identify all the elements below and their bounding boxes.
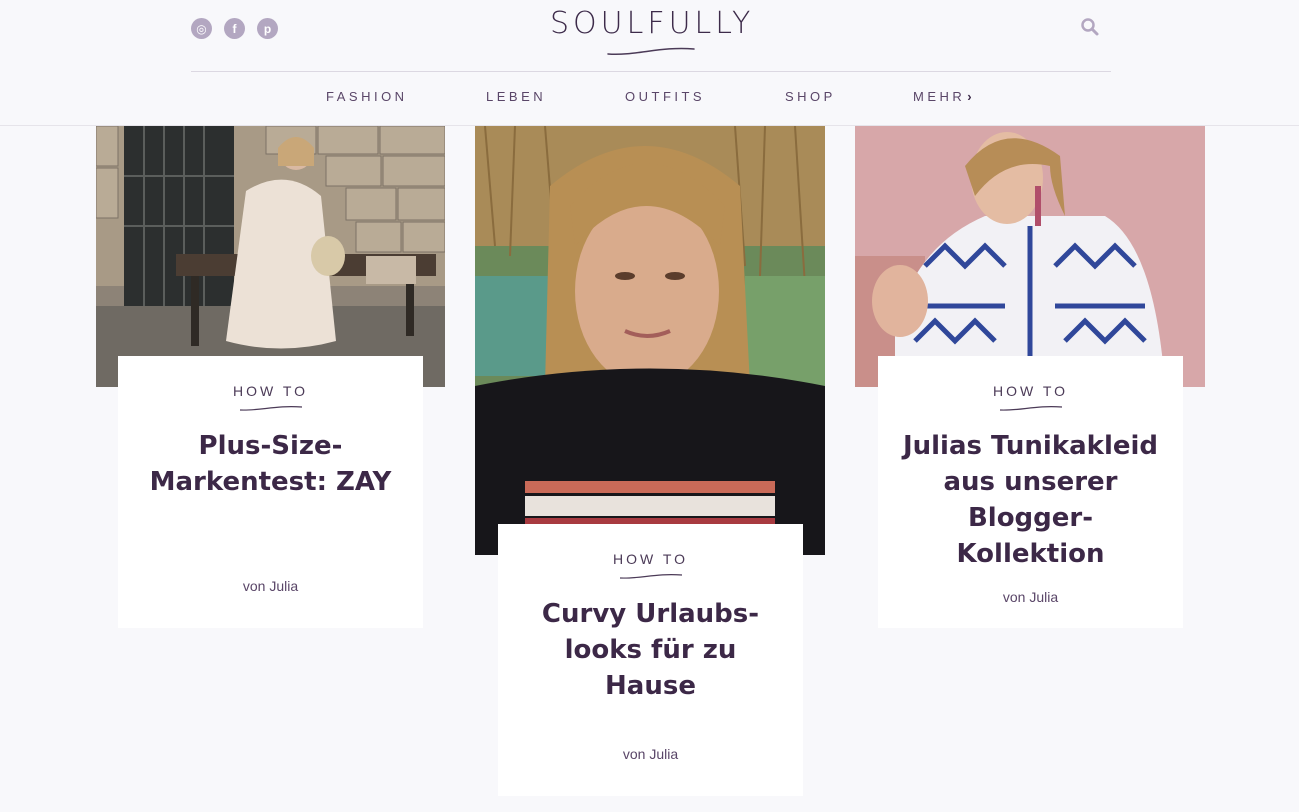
social-links: ◎ f p bbox=[191, 18, 278, 39]
nav-item-mehr[interactable]: MEHR › bbox=[913, 89, 972, 104]
nav-item-leben[interactable]: LEBEN bbox=[486, 89, 546, 104]
search-icon[interactable] bbox=[1080, 17, 1100, 37]
post-title-line: Curvy Urlaubs- bbox=[541, 599, 760, 629]
post-author[interactable]: von Julia bbox=[878, 589, 1183, 605]
post-image-2[interactable] bbox=[475, 126, 825, 555]
category-swoosh bbox=[999, 405, 1062, 411]
main-nav: FASHION LEBEN OUTFITS SHOP MEHR › bbox=[0, 89, 1299, 109]
post-title-line: Plus-Size- bbox=[198, 431, 343, 461]
post-card-1[interactable]: HOW TO Plus-Size- Markentest: ZAY von Ju… bbox=[118, 356, 423, 628]
post-title-line: Blogger- bbox=[967, 503, 1094, 533]
post-image-3[interactable] bbox=[855, 126, 1205, 387]
header-divider bbox=[191, 71, 1111, 72]
post-title-line: Julias Tunikakleid bbox=[902, 431, 1159, 461]
instagram-icon[interactable]: ◎ bbox=[191, 18, 212, 39]
site-header: ◎ f p SOULFULLY FASHION LEBEN OUTFITS SH… bbox=[0, 0, 1299, 126]
post-image-1[interactable] bbox=[96, 126, 445, 387]
post-title[interactable]: Curvy Urlaubs- looks für zu Hause bbox=[518, 596, 783, 704]
nav-item-mehr-label: MEHR bbox=[913, 89, 966, 104]
post-title-line: Hause bbox=[605, 671, 696, 701]
nav-item-shop[interactable]: SHOP bbox=[785, 89, 836, 104]
logo-swoosh bbox=[607, 47, 695, 56]
post-card-3[interactable]: HOW TO Julias Tunikakleid aus unserer Bl… bbox=[878, 356, 1183, 628]
post-title-line: aus unserer bbox=[943, 467, 1118, 497]
post-category[interactable]: HOW TO bbox=[498, 551, 803, 567]
post-title[interactable]: Plus-Size- Markentest: ZAY bbox=[138, 428, 403, 500]
facebook-icon[interactable]: f bbox=[224, 18, 245, 39]
post-category[interactable]: HOW TO bbox=[878, 383, 1183, 399]
post-title-line: Markentest: ZAY bbox=[149, 467, 392, 497]
post-card-2[interactable]: HOW TO Curvy Urlaubs- looks für zu Hause… bbox=[498, 524, 803, 796]
post-title-line: looks für zu bbox=[564, 635, 737, 665]
chevron-right-icon: › bbox=[967, 89, 972, 104]
nav-item-fashion[interactable]: FASHION bbox=[326, 89, 408, 104]
post-author[interactable]: von Julia bbox=[498, 746, 803, 762]
category-swoosh bbox=[239, 405, 302, 411]
site-logo[interactable]: SOULFULLY bbox=[550, 6, 752, 41]
pinterest-icon[interactable]: p bbox=[257, 18, 278, 39]
post-title[interactable]: Julias Tunikakleid aus unserer Blogger- … bbox=[898, 428, 1163, 572]
nav-item-outfits[interactable]: OUTFITS bbox=[625, 89, 705, 104]
category-swoosh bbox=[619, 573, 682, 579]
post-title-line: Kollektion bbox=[956, 539, 1105, 569]
post-author[interactable]: von Julia bbox=[118, 578, 423, 594]
post-category[interactable]: HOW TO bbox=[118, 383, 423, 399]
